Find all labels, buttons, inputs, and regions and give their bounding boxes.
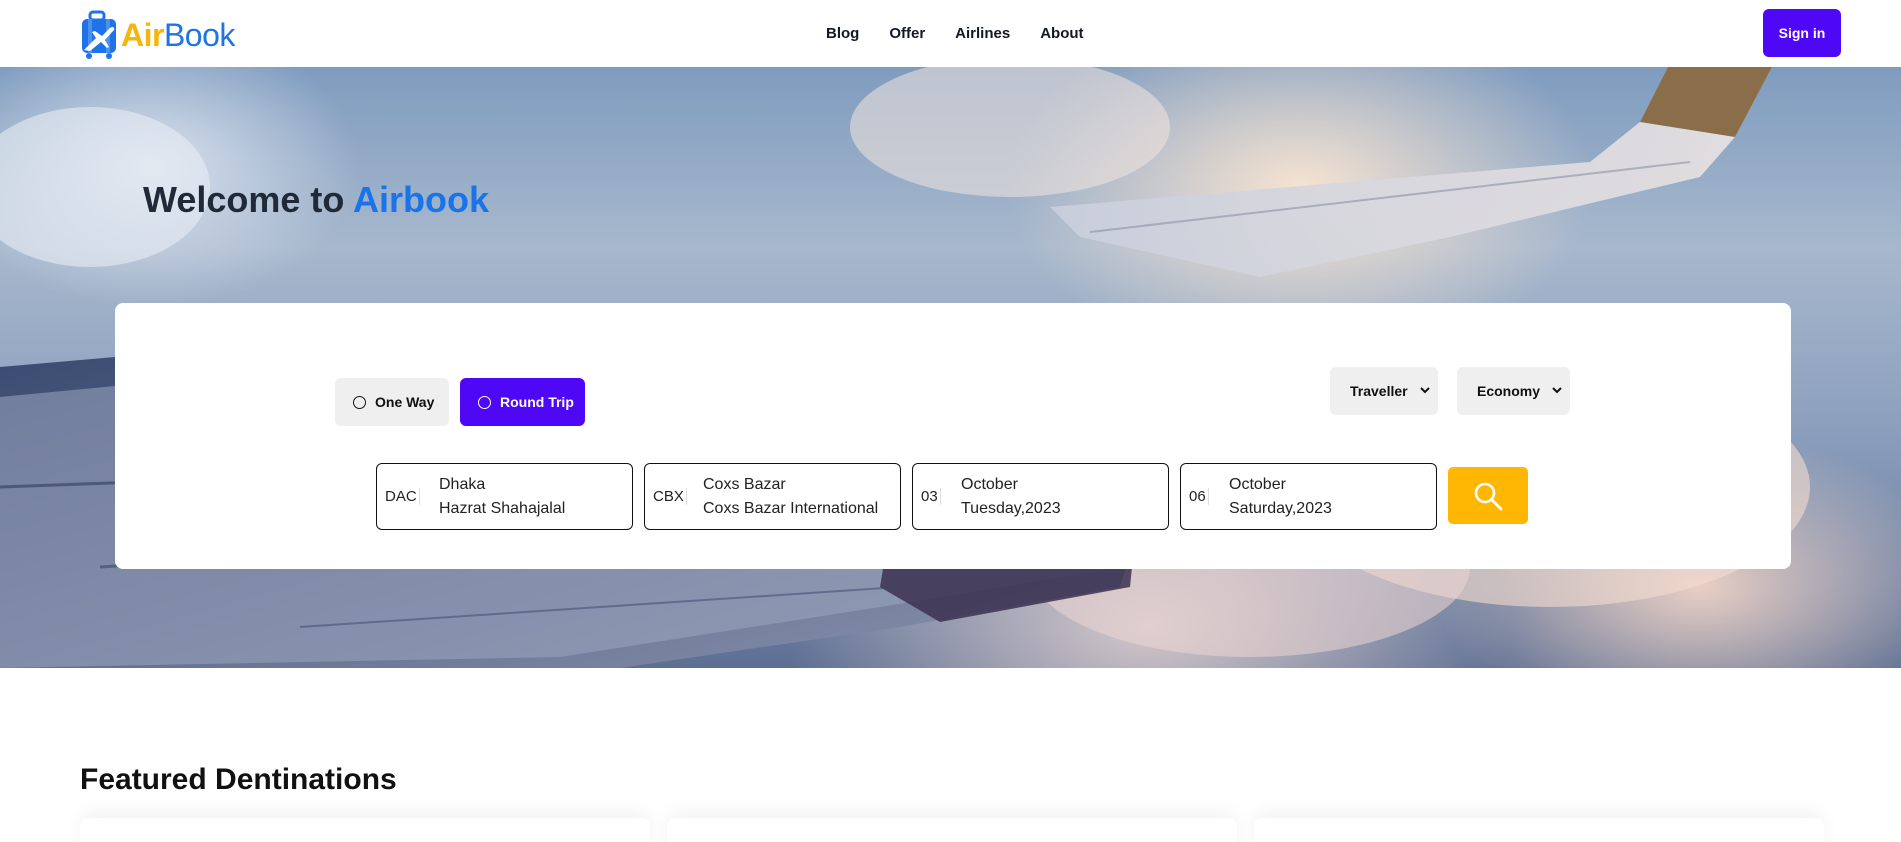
cabin-class-select-value: Economy — [1477, 383, 1541, 399]
departure-date-field[interactable]: 03 October Tuesday,2023 — [912, 463, 1169, 530]
return-date-field[interactable]: 06 October Saturday,2023 — [1180, 463, 1437, 530]
search-icon — [1474, 482, 1503, 510]
to-city: Coxs Bazar — [703, 476, 786, 493]
nav-link-offer[interactable]: Offer — [889, 25, 925, 42]
from-airport-field[interactable]: DAC Dhaka Hazrat Shahajalal — [376, 463, 633, 530]
nav-link-blog[interactable]: Blog — [826, 25, 859, 42]
chevron-down-icon — [1420, 387, 1430, 394]
departure-day: 03 — [921, 488, 941, 505]
flight-search-card: One Way Round Trip Traveller Economy DAC… — [115, 303, 1791, 569]
one-way-label: One Way — [375, 394, 435, 410]
round-trip-label: Round Trip — [500, 394, 574, 410]
destination-card[interactable] — [667, 818, 1237, 842]
traveller-select[interactable]: Traveller — [1330, 367, 1438, 415]
nav-link-airlines[interactable]: Airlines — [955, 25, 1010, 42]
main-nav: Blog Offer Airlines About — [826, 0, 1084, 67]
departure-month: October — [961, 476, 1018, 493]
brand-name: AirBook — [121, 19, 235, 51]
round-trip-toggle[interactable]: Round Trip — [460, 378, 585, 426]
return-weekday-year: Saturday,2023 — [1229, 500, 1332, 517]
to-airport-field[interactable]: CBX Coxs Bazar Coxs Bazar International — [644, 463, 901, 530]
brand-name-air: Air — [121, 17, 164, 53]
from-airport-code: DAC — [385, 488, 420, 505]
one-way-toggle[interactable]: One Way — [335, 378, 449, 426]
return-day: 06 — [1189, 488, 1209, 505]
hero-title: Welcome to Airbook — [143, 179, 489, 221]
sign-in-button[interactable]: Sign in — [1763, 9, 1841, 57]
brand-name-book: Book — [163, 17, 235, 53]
hero-title-accent: Airbook — [353, 179, 490, 220]
radio-icon — [478, 395, 491, 409]
from-airport-name: Hazrat Shahajalal — [439, 500, 566, 517]
departure-weekday-year: Tuesday,2023 — [961, 500, 1061, 517]
brand-logo[interactable]: AirBook — [80, 10, 235, 60]
destination-card[interactable] — [1254, 818, 1824, 842]
featured-destinations-heading: Featured Dentinations — [80, 763, 397, 796]
nav-link-about[interactable]: About — [1040, 25, 1083, 42]
hero-title-prefix: Welcome to — [143, 179, 354, 220]
cabin-class-select[interactable]: Economy — [1457, 367, 1570, 415]
destination-card[interactable] — [80, 818, 650, 842]
hero-banner: Welcome to Airbook One Way Round Trip Tr… — [0, 67, 1901, 668]
navbar: AirBook Blog Offer Airlines About Sign i… — [0, 0, 1901, 67]
to-airport-name: Coxs Bazar International — [703, 500, 879, 517]
return-month: October — [1229, 476, 1286, 493]
from-city: Dhaka — [439, 476, 486, 493]
radio-icon — [353, 395, 366, 409]
suitcase-plane-icon — [82, 10, 116, 59]
to-airport-code: CBX — [653, 488, 687, 505]
traveller-select-value: Traveller — [1350, 383, 1408, 399]
search-button[interactable] — [1448, 467, 1528, 524]
chevron-down-icon — [1552, 387, 1562, 394]
